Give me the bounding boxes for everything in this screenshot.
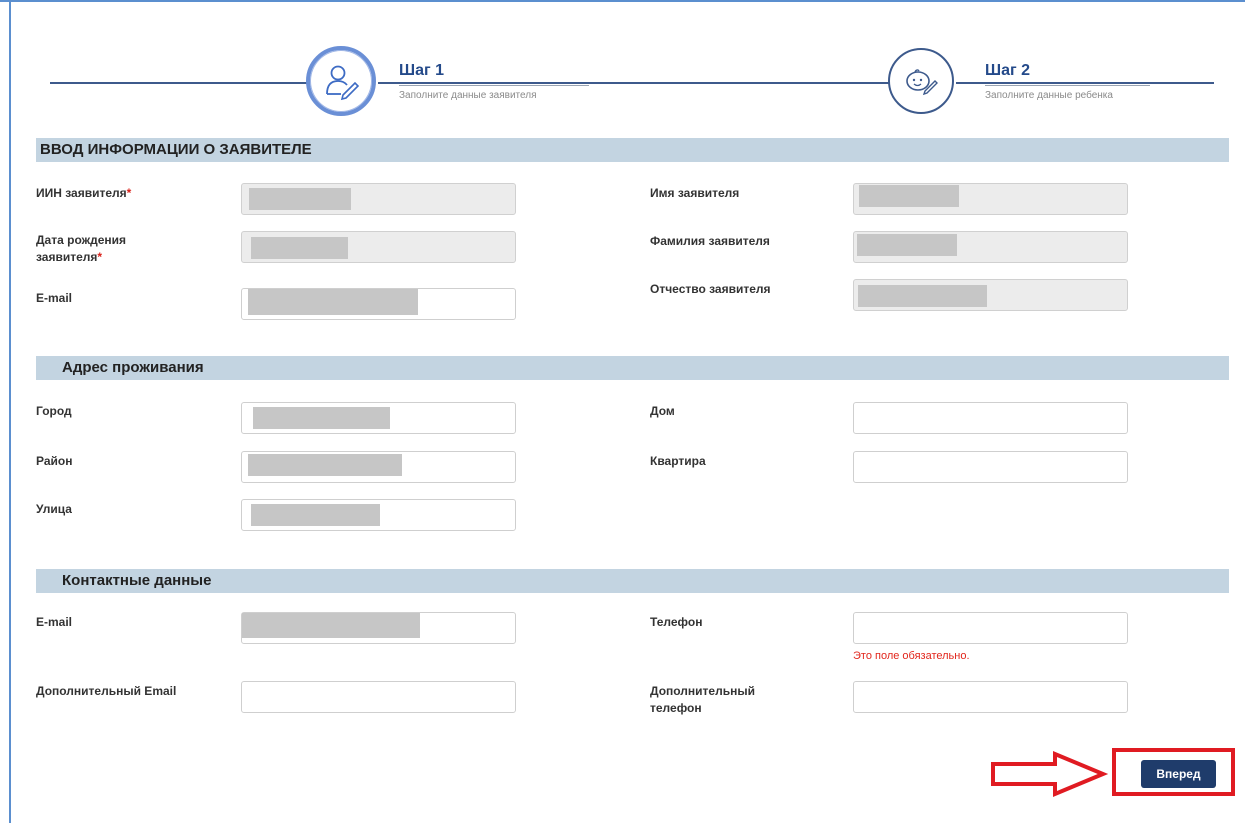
birthdate-label-line1: Дата рождения (36, 233, 127, 247)
next-button[interactable]: Вперед (1141, 760, 1216, 788)
step-1-title: Шаг 1 (399, 62, 444, 79)
extra-phone-input[interactable] (854, 682, 1127, 712)
step-2-underline (985, 85, 1150, 86)
redacted-value (859, 185, 959, 207)
street-label: Улица (36, 502, 72, 516)
step-2-title: Шаг 2 (985, 62, 1030, 79)
firstname-field[interactable] (853, 183, 1128, 215)
extra-email-field[interactable] (241, 681, 516, 713)
district-label: Район (36, 454, 73, 468)
redacted-value (248, 454, 402, 476)
phone-field[interactable] (853, 612, 1128, 644)
required-mark: * (97, 250, 103, 264)
email-field[interactable] (241, 288, 516, 320)
redacted-value (251, 237, 348, 259)
stepper-line-middle (378, 82, 894, 84)
redacted-value (251, 504, 380, 526)
extra-email-label: Дополнительный Email (36, 684, 177, 698)
iin-label-text: ИИН заявителя (36, 186, 127, 200)
extra-phone-label-line1: Дополнительный (650, 684, 755, 698)
street-field[interactable] (241, 499, 516, 531)
step-2-subtitle: Заполните данные ребенка (985, 90, 1113, 101)
house-field[interactable] (853, 402, 1128, 434)
window-frame-left (9, 0, 11, 823)
apartment-input[interactable] (854, 452, 1127, 482)
apartment-label: Квартира (650, 454, 706, 468)
redacted-value (248, 289, 418, 315)
step-1-subtitle: Заполните данные заявителя (399, 90, 537, 101)
section-applicant-header: ВВОД ИНФОРМАЦИИ О ЗАЯВИТЕЛЕ (36, 138, 1229, 162)
iin-field[interactable] (241, 183, 516, 215)
step-1-underline (399, 85, 589, 86)
step-1-circle[interactable] (306, 46, 376, 116)
section-address-title: Адрес проживания (62, 359, 204, 376)
contact-email-field[interactable] (241, 612, 516, 644)
district-field[interactable] (241, 451, 516, 483)
red-arrow-annotation (991, 751, 1109, 797)
stepper-line-right (956, 82, 1214, 84)
phone-input[interactable] (854, 613, 1127, 643)
patronymic-label: Отчество заявителя (650, 282, 771, 296)
birthdate-label: Дата рождения заявителя* (36, 232, 126, 266)
person-edit-icon (326, 65, 360, 101)
birthdate-field[interactable] (241, 231, 516, 263)
iin-label: ИИН заявителя* (36, 185, 131, 202)
section-contacts-title: Контактные данные (62, 572, 212, 589)
lastname-field[interactable] (853, 231, 1128, 263)
baby-edit-icon (906, 69, 938, 96)
contact-email-label: E-mail (36, 615, 73, 629)
phone-label: Телефон (650, 615, 703, 629)
section-applicant-title: ВВОД ИНФОРМАЦИИ О ЗАЯВИТЕЛЕ (40, 141, 312, 158)
redacted-value (857, 234, 957, 256)
email-label: E-mail (36, 291, 73, 305)
step-2-circle[interactable] (888, 48, 954, 114)
firstname-label: Имя заявителя (650, 186, 740, 200)
redacted-value (253, 407, 390, 429)
house-label: Дом (650, 404, 675, 418)
redacted-value (242, 613, 420, 638)
phone-error-message: Это поле обязательно. (853, 650, 970, 662)
extra-phone-field[interactable] (853, 681, 1128, 713)
redacted-value (858, 285, 987, 307)
patronymic-field[interactable] (853, 279, 1128, 311)
extra-phone-label: Дополнительный телефон (650, 683, 755, 717)
lastname-label: Фамилия заявителя (650, 234, 770, 248)
city-label: Город (36, 404, 72, 418)
window-frame-top (0, 0, 1245, 2)
extra-email-input[interactable] (242, 682, 515, 712)
city-field[interactable] (241, 402, 516, 434)
house-input[interactable] (854, 403, 1127, 433)
birthdate-label-line2: заявителя (36, 250, 98, 264)
extra-phone-label-line2: телефон (650, 701, 702, 715)
redacted-value (249, 188, 351, 210)
required-mark: * (126, 186, 132, 200)
stepper-line-left (50, 82, 310, 84)
section-contacts-header: Контактные данные (36, 569, 1229, 593)
apartment-field[interactable] (853, 451, 1128, 483)
section-address-header: Адрес проживания (36, 356, 1229, 380)
